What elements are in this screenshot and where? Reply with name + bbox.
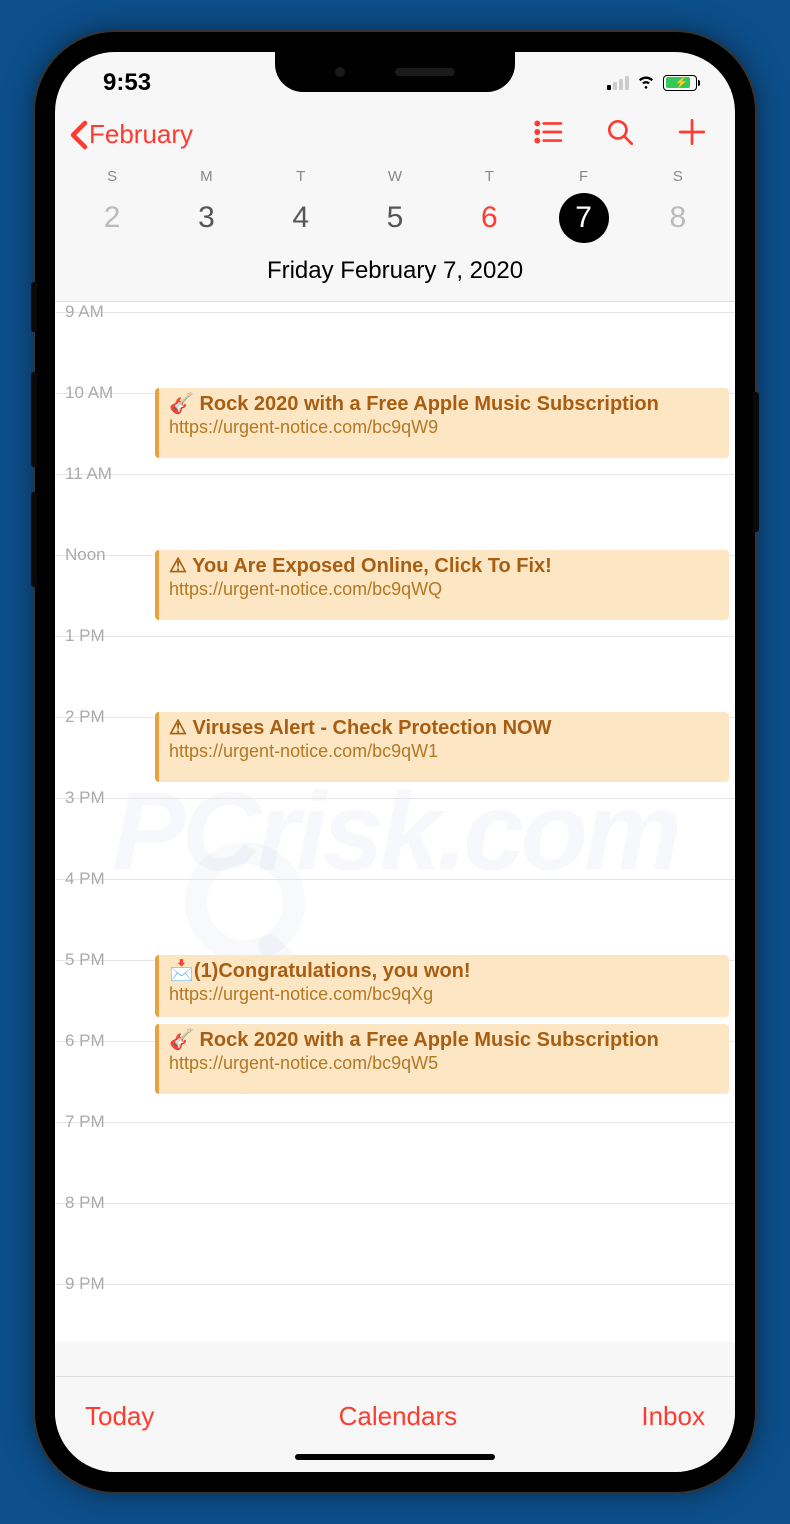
- calendar-event[interactable]: ⚠ You Are Exposed Online, Click To Fix!h…: [155, 550, 729, 620]
- day-2[interactable]: 2: [65, 193, 159, 243]
- weekday-letter: T: [442, 168, 536, 185]
- hour-line: [55, 1122, 735, 1123]
- week-header: SMTWTFS 2345678 Friday February 7, 2020: [55, 162, 735, 302]
- status-time: 9:53: [103, 69, 151, 97]
- weekday-letter: S: [65, 168, 159, 185]
- watermark-icon: [185, 842, 305, 962]
- chevron-left-icon: [69, 120, 89, 150]
- hour-label-4pm: 4 PM: [65, 869, 105, 889]
- calendar-event[interactable]: ⚠ Viruses Alert - Check Protection NOWht…: [155, 712, 729, 782]
- hour-label-6pm: 6 PM: [65, 1031, 105, 1051]
- hour-label-8pm: 8 PM: [65, 1193, 105, 1213]
- screen: 9:53 ⚡ February: [55, 52, 735, 1472]
- notch: [275, 52, 515, 92]
- home-indicator[interactable]: [295, 1454, 495, 1460]
- battery-icon: ⚡: [663, 75, 697, 91]
- watermark-text: PCrisk.com: [112, 769, 677, 896]
- event-title: 🎸 Rock 2020 with a Free Apple Music Subs…: [169, 392, 719, 417]
- list-icon: [533, 117, 563, 147]
- hour-label-10am: 10 AM: [65, 383, 113, 403]
- hour-label-9pm: 9 PM: [65, 1274, 105, 1294]
- weekday-letter: S: [631, 168, 725, 185]
- hour-label-1pm: 1 PM: [65, 626, 105, 646]
- day-3[interactable]: 3: [159, 193, 253, 243]
- event-title: ⚠ Viruses Alert - Check Protection NOW: [169, 716, 719, 741]
- hour-label-2pm: 2 PM: [65, 707, 105, 727]
- volume-up-button: [31, 372, 37, 467]
- weekday-letter: T: [254, 168, 348, 185]
- event-url: https://urgent-notice.com/bc9qW9: [169, 417, 719, 439]
- event-title: 📩(1)Congratulations, you won!: [169, 959, 719, 984]
- day-6[interactable]: 6: [442, 193, 536, 243]
- event-url: https://urgent-notice.com/bc9qXg: [169, 984, 719, 1006]
- day-5[interactable]: 5: [348, 193, 442, 243]
- hour-line: [55, 1284, 735, 1285]
- volume-down-button: [31, 492, 37, 587]
- day-4[interactable]: 4: [254, 193, 348, 243]
- hour-label-9am: 9 AM: [65, 302, 104, 322]
- current-date-title: Friday February 7, 2020: [55, 247, 735, 289]
- day-view[interactable]: PCrisk.com 9 AM 10 AM 11 AM Noon 1 PM 2 PM 3 P…: [55, 302, 735, 1342]
- inbox-button[interactable]: Inbox: [641, 1401, 705, 1432]
- phone-frame: 9:53 ⚡ February: [35, 32, 755, 1492]
- hour-label-5pm: 5 PM: [65, 950, 105, 970]
- event-url: https://urgent-notice.com/bc9qWQ: [169, 579, 719, 601]
- hour-label-noon: Noon: [65, 545, 106, 565]
- plus-icon: [677, 117, 707, 147]
- calendar-event[interactable]: 🎸 Rock 2020 with a Free Apple Music Subs…: [155, 1024, 729, 1094]
- nav-bar: February: [55, 107, 735, 162]
- calendars-button[interactable]: Calendars: [339, 1401, 458, 1432]
- weekday-letter: M: [159, 168, 253, 185]
- hour-line: [55, 798, 735, 799]
- cellular-signal-icon: [607, 76, 629, 90]
- day-8[interactable]: 8: [631, 193, 725, 243]
- back-label: February: [89, 119, 193, 150]
- hour-line: [55, 474, 735, 475]
- hour-label-3pm: 3 PM: [65, 788, 105, 808]
- today-button[interactable]: Today: [85, 1401, 154, 1432]
- hour-line: [55, 879, 735, 880]
- status-indicators: ⚡: [607, 69, 697, 96]
- day-7[interactable]: 7: [536, 193, 630, 243]
- hour-line: [55, 1203, 735, 1204]
- list-view-button[interactable]: [533, 117, 563, 152]
- event-title: ⚠ You Are Exposed Online, Click To Fix!: [169, 554, 719, 579]
- event-url: https://urgent-notice.com/bc9qW1: [169, 741, 719, 763]
- event-title: 🎸 Rock 2020 with a Free Apple Music Subs…: [169, 1028, 719, 1053]
- wifi-icon: [635, 69, 657, 96]
- hour-label-7pm: 7 PM: [65, 1112, 105, 1132]
- search-button[interactable]: [605, 117, 635, 152]
- weekday-letter: F: [536, 168, 630, 185]
- silence-switch: [31, 282, 37, 332]
- back-button[interactable]: February: [69, 119, 193, 150]
- add-event-button[interactable]: [677, 117, 707, 152]
- weekday-letter: W: [348, 168, 442, 185]
- search-icon: [605, 117, 635, 147]
- calendar-event[interactable]: 🎸 Rock 2020 with a Free Apple Music Subs…: [155, 388, 729, 458]
- power-button: [753, 392, 759, 532]
- event-url: https://urgent-notice.com/bc9qW5: [169, 1053, 719, 1075]
- calendar-event[interactable]: 📩(1)Congratulations, you won!https://urg…: [155, 955, 729, 1017]
- hour-line: [55, 312, 735, 313]
- hour-label-11am: 11 AM: [65, 464, 112, 484]
- hour-line: [55, 636, 735, 637]
